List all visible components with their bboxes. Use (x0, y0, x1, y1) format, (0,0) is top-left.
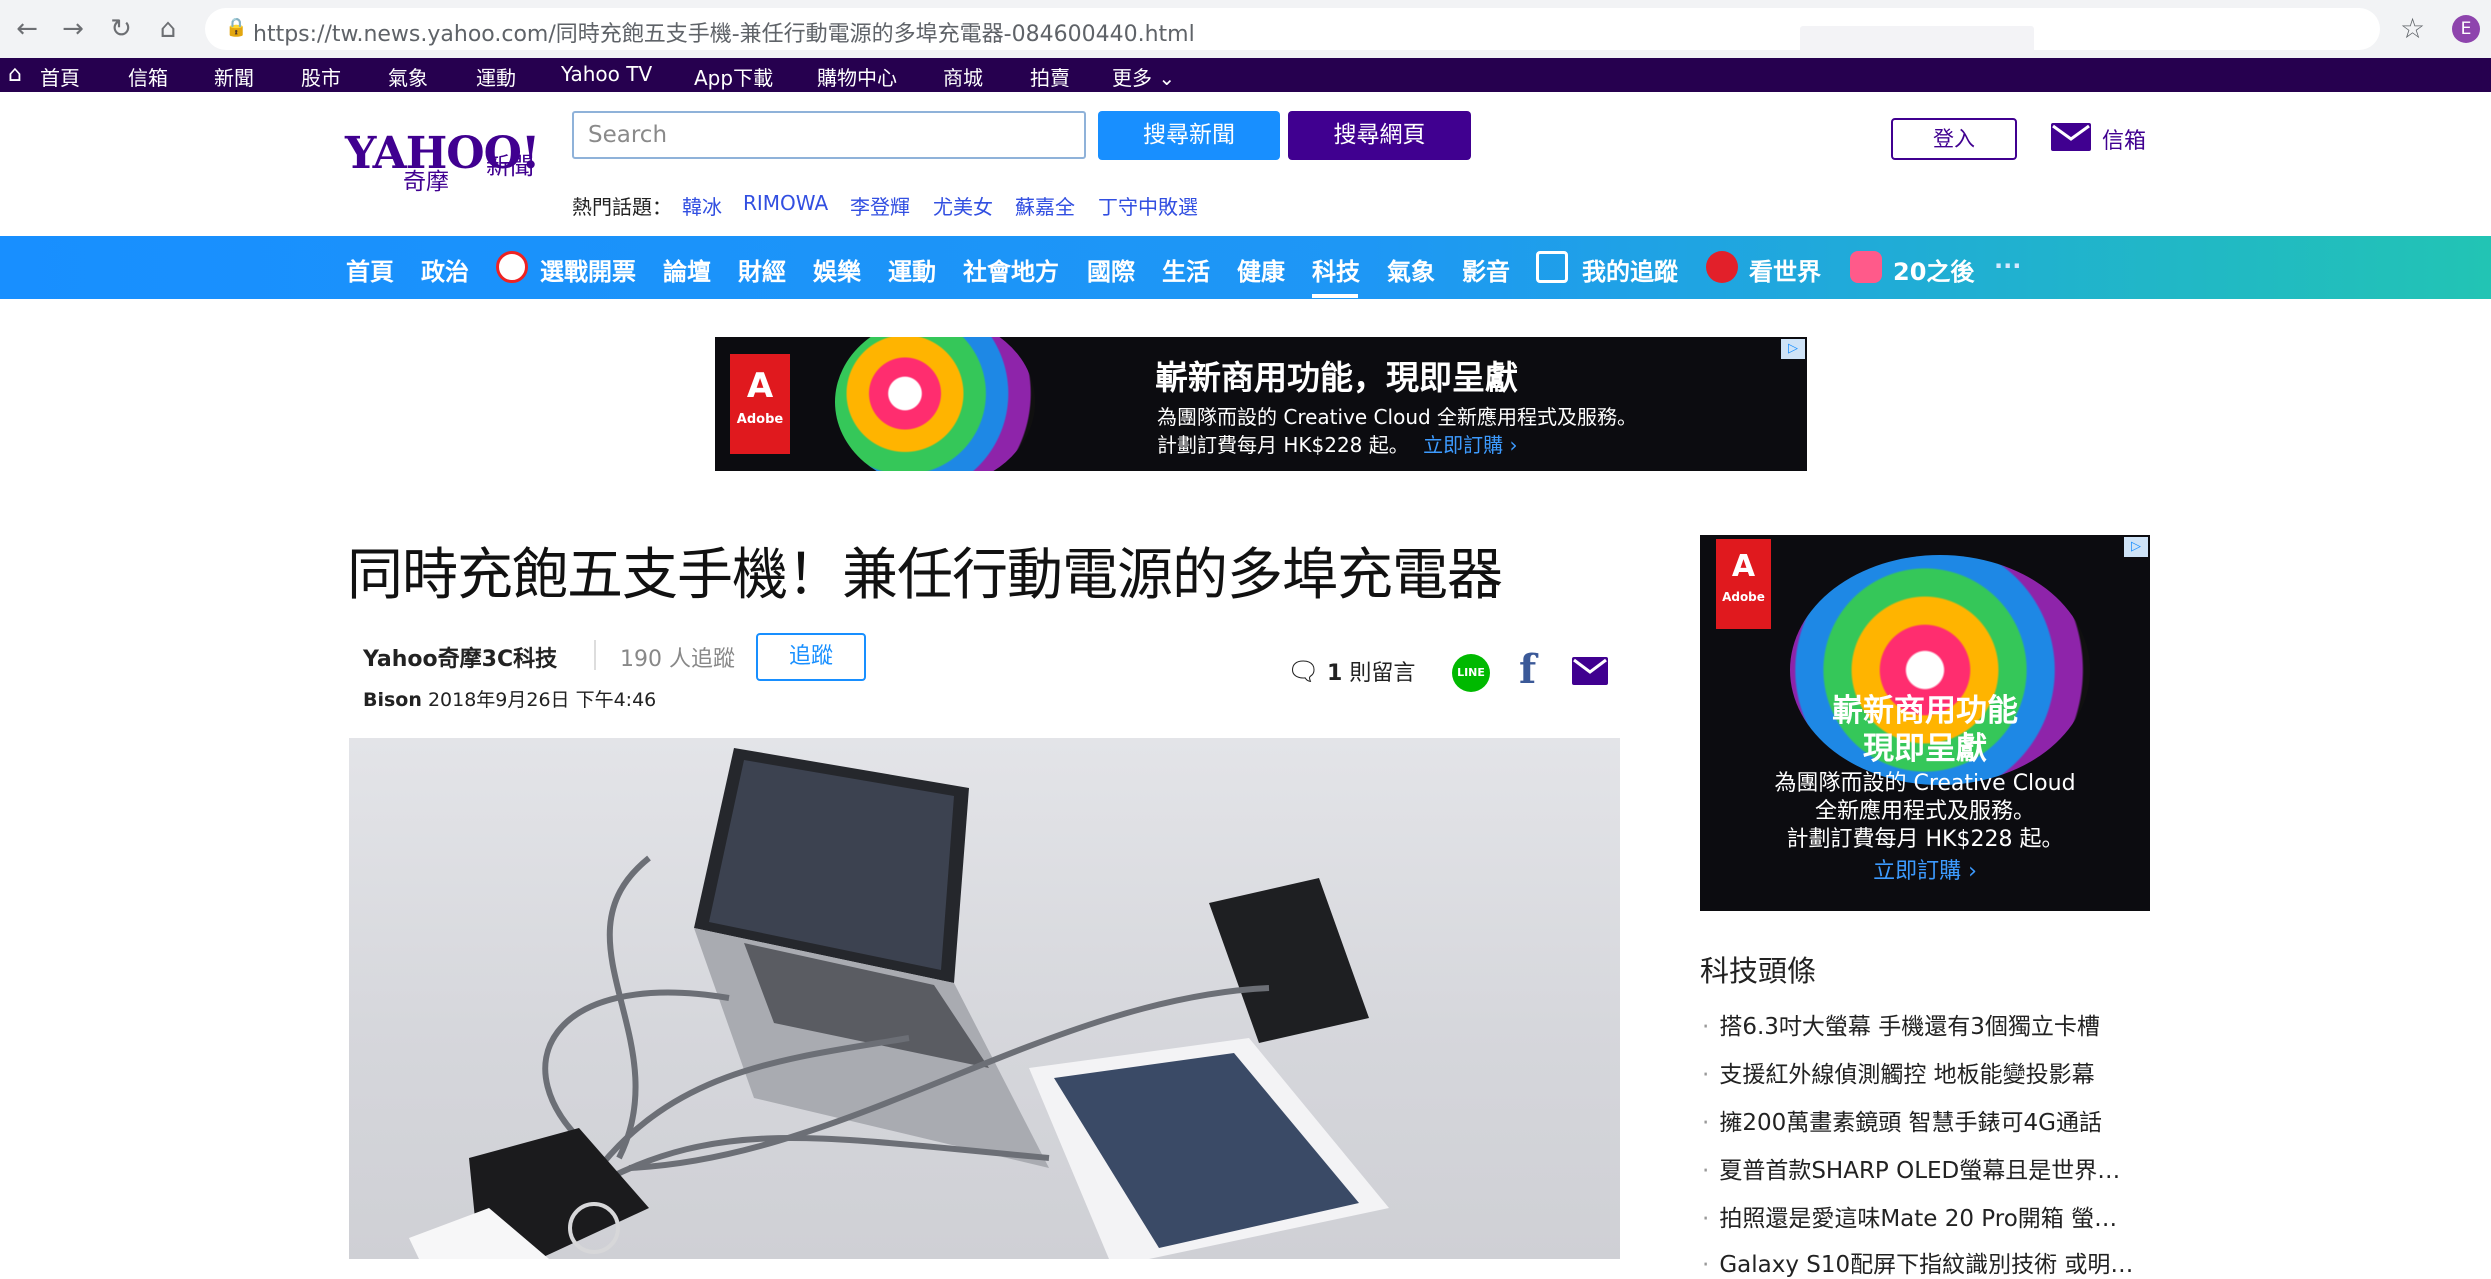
nav-item-finance[interactable]: 財經 (738, 252, 786, 287)
hot-topic-link[interactable]: 丁守中敗選 (1098, 191, 1198, 220)
nav-item-life[interactable]: 生活 (1162, 252, 1210, 287)
nav-item-politics[interactable]: 政治 (421, 252, 469, 287)
nav-item-following[interactable]: 我的追蹤 (1582, 252, 1678, 287)
mail-link[interactable]: 信箱 (2102, 123, 2146, 155)
address-url[interactable]: https://tw.news.yahoo.com/同時充飽五支手機-兼任行動電… (253, 16, 1195, 48)
nav-item-election[interactable]: 選戰開票 (540, 252, 636, 287)
active-tab-indicator (1312, 294, 1358, 298)
id-card-icon (1536, 251, 1568, 283)
sidebar-headline[interactable]: · Galaxy S10配屏下指紋識別技術 或明… (1702, 1245, 2133, 1279)
hot-topics-label: 熱門話題： (572, 195, 672, 219)
sidebar-headline[interactable]: · 拍照還是愛這味Mate 20 Pro開箱 螢… (1702, 1199, 2117, 1233)
follower-count: 190 人追蹤 (620, 647, 735, 672)
topbar-item-mail[interactable]: 信箱 (128, 62, 168, 91)
ad-choices-icon[interactable]: ▷ (2124, 537, 2148, 557)
hot-topic-link[interactable]: 李登輝 (850, 191, 910, 220)
hot-topic-link[interactable]: 韓冰 (682, 191, 722, 220)
address-bar[interactable]: 🔒 https://tw.news.yahoo.com/同時充飽五支手機-兼任行… (205, 8, 2380, 50)
adobe-a-icon: A (1731, 549, 1756, 584)
bookmark-star-icon[interactable]: ☆ (2400, 12, 2425, 45)
topbar-item-sports[interactable]: 運動 (476, 62, 516, 91)
sidebar-headline[interactable]: · 擁200萬畫素鏡頭 智慧手錶可4G通話 (1702, 1103, 2102, 1137)
ad-cta-link[interactable]: 立即訂購 › (1700, 853, 2150, 885)
search-news-button[interactable]: 搜尋新聞 (1098, 111, 1280, 160)
article-title: 同時充飽五支手機！兼任行動電源的多埠充電器 (347, 543, 1503, 608)
globe-icon (1706, 251, 1738, 283)
house-icon[interactable]: ⌂ (8, 62, 22, 87)
nav-item-entertainment[interactable]: 娛樂 (813, 252, 861, 287)
article-source[interactable]: Yahoo奇摩3C科技 (363, 641, 557, 673)
reload-icon[interactable]: ↻ (106, 14, 136, 44)
charger-photo (409, 748, 1389, 1259)
side-ad[interactable]: A Adobe 嶄新商用功能 現即呈獻 為團隊而設的 Creative Clou… (1700, 535, 2150, 911)
yahoo-logo-sub: 奇摩 (403, 169, 449, 195)
browser-toolbar: ← → ↻ ⌂ 🔒 https://tw.news.yahoo.com/同時充飽… (0, 0, 2491, 59)
topbar-item-stock[interactable]: 股市 (301, 62, 341, 91)
follow-button[interactable]: 追蹤 (756, 633, 866, 681)
nav-item-sports[interactable]: 運動 (888, 252, 936, 287)
signin-button[interactable]: 登入 (1891, 118, 2017, 160)
sidebar-headline[interactable]: · 支援紅外線偵測觸控 地板能變投影幕 (1702, 1055, 2095, 1089)
ad-choices-icon[interactable]: ▷ (1781, 339, 1805, 359)
tooltip-ghost (1800, 26, 2034, 54)
nav-item-video[interactable]: 影音 (1462, 252, 1510, 287)
nav-item-forum[interactable]: 論壇 (663, 252, 711, 287)
nav-item-world[interactable]: 國際 (1087, 252, 1135, 287)
comments-link[interactable]: 🗨 1 則留言 (1287, 655, 1415, 687)
publish-datetime: 2018年9月26日 下午4:46 (427, 689, 657, 711)
nav-item-after-20[interactable]: 20之後 (1893, 252, 1974, 287)
profile-avatar[interactable]: E (2452, 15, 2480, 43)
author-name: Bison (363, 689, 422, 711)
nav-more-icon[interactable]: ··· (1994, 252, 2021, 280)
topbar-item-yahoo-tv[interactable]: Yahoo TV (561, 62, 652, 86)
nav-item-society[interactable]: 社會地方 (963, 252, 1059, 287)
chevron-down-icon: ⌄ (1158, 66, 1176, 90)
ad-art (835, 337, 1035, 471)
sidebar-title: 科技頭條 (1700, 954, 1817, 988)
banner-ad[interactable]: A Adobe 嶄新商用功能，現即呈獻 為團隊而設的 Creative Clou… (715, 337, 1807, 471)
topbar-item-more[interactable]: 更多 ⌄ (1112, 62, 1175, 91)
back-arrow-icon[interactable]: ← (12, 14, 42, 44)
nav-item-see-world[interactable]: 看世界 (1749, 252, 1821, 287)
topbar-item-home[interactable]: 首頁 (40, 62, 80, 91)
email-share-icon[interactable] (1572, 657, 1608, 685)
search-web-button[interactable]: 搜尋網頁 (1288, 111, 1471, 160)
topbar-item-shopping[interactable]: 購物中心 (817, 62, 897, 91)
home-icon[interactable]: ⌂ (153, 14, 183, 44)
ad-cta-link[interactable]: 立即訂購 › (1423, 433, 1517, 457)
lock-icon: 🔒 (225, 17, 248, 38)
mail-icon[interactable] (2051, 123, 2091, 151)
facebook-share-icon[interactable]: f (1519, 646, 1536, 693)
nav-item-health[interactable]: 健康 (1237, 252, 1285, 287)
sidebar-headline[interactable]: · 夏普首款SHARP OLED螢幕且是世界… (1702, 1151, 2120, 1185)
article-hero-image[interactable] (349, 738, 1620, 1259)
comment-bubble-icon: 🗨 (1287, 657, 1321, 687)
hot-topic-link[interactable]: 尤美女 (933, 191, 993, 220)
yahoo-top-bar: ⌂ 首頁 信箱 新聞 股市 氣象 運動 Yahoo TV App下載 購物中心 … (0, 58, 2491, 92)
topbar-item-news[interactable]: 新聞 (214, 62, 254, 91)
search-input[interactable] (572, 111, 1086, 159)
topbar-item-mall[interactable]: 商城 (943, 62, 983, 91)
adobe-logo: A Adobe (730, 354, 790, 454)
adobe-logo: A Adobe (1716, 539, 1771, 629)
logo-section-label[interactable]: 新聞 (486, 146, 534, 181)
nav-item-weather[interactable]: 氣象 (1387, 252, 1435, 287)
hot-topic-link[interactable]: RIMOWA (743, 191, 828, 215)
forward-arrow-icon[interactable]: → (58, 14, 88, 44)
nav-item-tech[interactable]: 科技 (1312, 252, 1360, 287)
adobe-a-icon: A (746, 366, 774, 406)
topbar-item-auction[interactable]: 拍賣 (1030, 62, 1070, 91)
sidebar-headline[interactable]: · 搭6.3吋大螢幕 手機還有3個獨立卡槽 (1702, 1007, 2100, 1041)
hot-topic-link[interactable]: 蘇嘉全 (1015, 191, 1075, 220)
tv-icon (1850, 251, 1882, 283)
divider (594, 640, 596, 670)
nav-item-home[interactable]: 首頁 (346, 252, 394, 287)
article-byline: Bison 2018年9月26日 下午4:46 (363, 685, 656, 712)
topbar-item-app[interactable]: App下載 (694, 62, 773, 91)
category-nav: 首頁 政治 選戰開票 論壇 財經 娛樂 運動 社會地方 國際 生活 健康 科技 … (0, 236, 2491, 299)
line-share-icon[interactable]: LINE (1452, 654, 1490, 692)
topbar-item-weather[interactable]: 氣象 (388, 62, 428, 91)
election-icon (496, 251, 528, 283)
